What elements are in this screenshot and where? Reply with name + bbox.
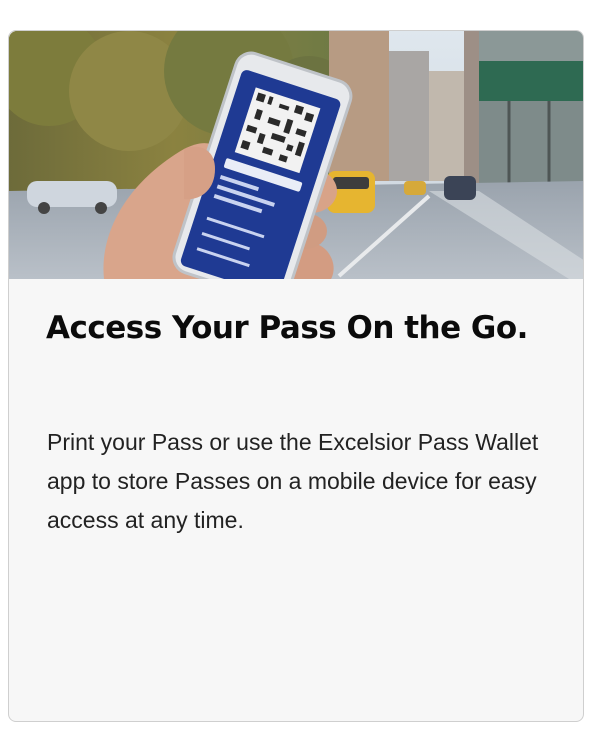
card-title: Access Your Pass On the Go. xyxy=(46,310,528,346)
info-card: Access Your Pass On the Go. Print your P… xyxy=(8,30,584,722)
hero-image xyxy=(9,31,583,279)
card-description: Print your Pass or use the Excelsior Pas… xyxy=(47,429,539,533)
